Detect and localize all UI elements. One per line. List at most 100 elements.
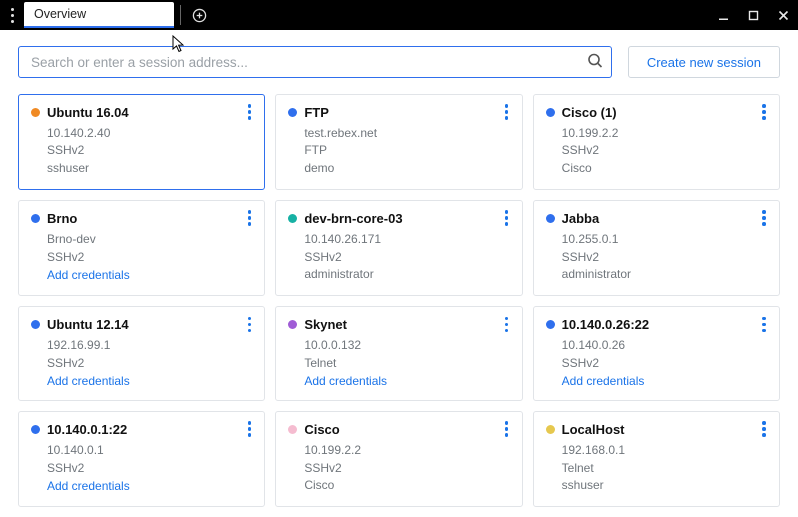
session-detail: 10.0.0.132 xyxy=(288,337,509,354)
session-card[interactable]: BrnoBrno-devSSHv2Add credentials xyxy=(18,200,265,296)
session-title: Cisco (1) xyxy=(546,105,767,120)
session-detail: Cisco xyxy=(288,477,509,494)
add-credentials-link[interactable]: Add credentials xyxy=(31,479,252,493)
status-dot xyxy=(288,108,297,117)
search-field[interactable] xyxy=(18,46,612,78)
session-title: Cisco xyxy=(288,422,509,437)
card-menu-button[interactable] xyxy=(498,315,516,333)
add-credentials-link[interactable]: Add credentials xyxy=(31,374,252,388)
session-name: 10.140.0.26:22 xyxy=(562,317,649,332)
session-detail: 10.140.0.26 xyxy=(546,337,767,354)
session-title: Skynet xyxy=(288,317,509,332)
session-detail: 192.168.0.1 xyxy=(546,442,767,459)
card-menu-button[interactable] xyxy=(755,209,773,227)
content-area: Create new session Ubuntu 16.04 10.140.2.… xyxy=(0,30,798,517)
session-detail: demo xyxy=(288,160,509,177)
session-title: 10.140.0.26:22 xyxy=(546,317,767,332)
session-name: Cisco (1) xyxy=(562,105,617,120)
session-card[interactable]: 10.140.0.1:22 10.140.0.1SSHv2 Add credenti… xyxy=(18,411,265,507)
card-menu-button[interactable] xyxy=(240,103,258,121)
session-detail: Telnet xyxy=(288,355,509,372)
card-menu-button[interactable] xyxy=(240,209,258,227)
session-detail: 192.16.99.1 xyxy=(31,337,252,354)
session-title: 10.140.0.1:22 xyxy=(31,422,252,437)
session-title: FTP xyxy=(288,105,509,120)
session-card[interactable]: Cisco10.199.2.2SSHv2Cisco xyxy=(275,411,522,507)
add-credentials-link[interactable]: Add credentials xyxy=(546,374,767,388)
status-dot xyxy=(31,320,40,329)
session-detail: SSHv2 xyxy=(288,460,509,477)
session-name: Cisco xyxy=(304,422,339,437)
status-dot xyxy=(546,214,555,223)
card-menu-button[interactable] xyxy=(755,103,773,121)
session-title: Ubuntu 12.14 xyxy=(31,317,252,332)
card-menu-button[interactable] xyxy=(240,315,258,333)
tab-overview[interactable]: Overview xyxy=(24,2,174,28)
card-menu-button[interactable] xyxy=(755,420,773,438)
session-title: Jabba xyxy=(546,211,767,226)
session-grid: Ubuntu 16.0410.140.2.40SSHv2sshuserFTPte… xyxy=(18,94,780,507)
title-bar: Overview xyxy=(0,0,798,30)
tab-separator xyxy=(180,5,181,25)
session-title: Ubuntu 16.04 xyxy=(31,105,252,120)
card-menu-button[interactable] xyxy=(498,209,516,227)
session-name: FTP xyxy=(304,105,329,120)
session-card[interactable]: Cisco (1) 10.199.2.2SSHv2Cisco xyxy=(533,94,780,190)
status-dot xyxy=(546,425,555,434)
minimize-button[interactable] xyxy=(708,0,738,30)
session-title: dev-brn-core-03 xyxy=(288,211,509,226)
session-detail: SSHv2 xyxy=(31,355,252,372)
session-detail: 10.140.26.171 xyxy=(288,231,509,248)
session-detail: sshuser xyxy=(546,477,767,494)
close-icon xyxy=(778,10,789,21)
session-card[interactable]: Ubuntu 16.04 10.140.2.40SSHv2sshuser xyxy=(18,94,265,190)
session-name: Jabba xyxy=(562,211,600,226)
new-tab-button[interactable] xyxy=(187,0,211,30)
close-button[interactable] xyxy=(768,0,798,30)
session-detail: Telnet xyxy=(546,460,767,477)
session-card[interactable]: 10.140.0.26:2210.140.0.26SSHv2Add creden… xyxy=(533,306,780,401)
status-dot xyxy=(31,425,40,434)
create-session-button[interactable]: Create new session xyxy=(628,46,780,78)
session-card[interactable]: dev-brn-core-0310.140.26.171SSHv2adminis… xyxy=(275,200,522,296)
session-name: LocalHost xyxy=(562,422,625,437)
card-menu-button[interactable] xyxy=(755,315,773,333)
search-input[interactable] xyxy=(29,54,577,71)
session-name: Ubuntu 16.04 xyxy=(47,105,129,120)
status-dot xyxy=(31,214,40,223)
session-detail: FTP xyxy=(288,142,509,159)
session-name: Brno xyxy=(47,211,77,226)
session-detail: SSHv2 xyxy=(546,249,767,266)
add-credentials-link[interactable]: Add credentials xyxy=(288,374,509,388)
session-card[interactable]: LocalHost 192.168.0.1Telnetsshuser xyxy=(533,411,780,507)
session-card[interactable]: Skynet 10.0.0.132Telnet Add credentials xyxy=(275,306,522,401)
session-detail: SSHv2 xyxy=(31,142,252,159)
status-dot xyxy=(288,425,297,434)
session-detail: 10.140.0.1 xyxy=(31,442,252,459)
card-menu-button[interactable] xyxy=(498,420,516,438)
app-menu-button[interactable] xyxy=(0,0,22,30)
session-detail: SSHv2 xyxy=(31,460,252,477)
session-card[interactable]: Ubuntu 12.14 192.16.99.1SSHv2 Add credenti… xyxy=(18,306,265,401)
card-menu-button[interactable] xyxy=(498,103,516,121)
session-title: LocalHost xyxy=(546,422,767,437)
session-detail: SSHv2 xyxy=(546,142,767,159)
session-detail: sshuser xyxy=(31,160,252,177)
session-detail: test.rebex.net xyxy=(288,125,509,142)
plus-circle-icon xyxy=(192,8,207,23)
session-detail: 10.199.2.2 xyxy=(546,125,767,142)
session-card[interactable]: FTPtest.rebex.netFTPdemo xyxy=(275,94,522,190)
session-name: Ubuntu 12.14 xyxy=(47,317,129,332)
session-detail: Brno-dev xyxy=(31,231,252,248)
search-icon xyxy=(587,53,603,72)
status-dot xyxy=(31,108,40,117)
session-card[interactable]: Jabba10.255.0.1SSHv2administrator xyxy=(533,200,780,296)
session-detail: 10.140.2.40 xyxy=(31,125,252,142)
status-dot xyxy=(546,108,555,117)
session-detail: Cisco xyxy=(546,160,767,177)
card-menu-button[interactable] xyxy=(240,420,258,438)
maximize-button[interactable] xyxy=(738,0,768,30)
status-dot xyxy=(546,320,555,329)
add-credentials-link[interactable]: Add credentials xyxy=(31,268,252,282)
status-dot xyxy=(288,320,297,329)
